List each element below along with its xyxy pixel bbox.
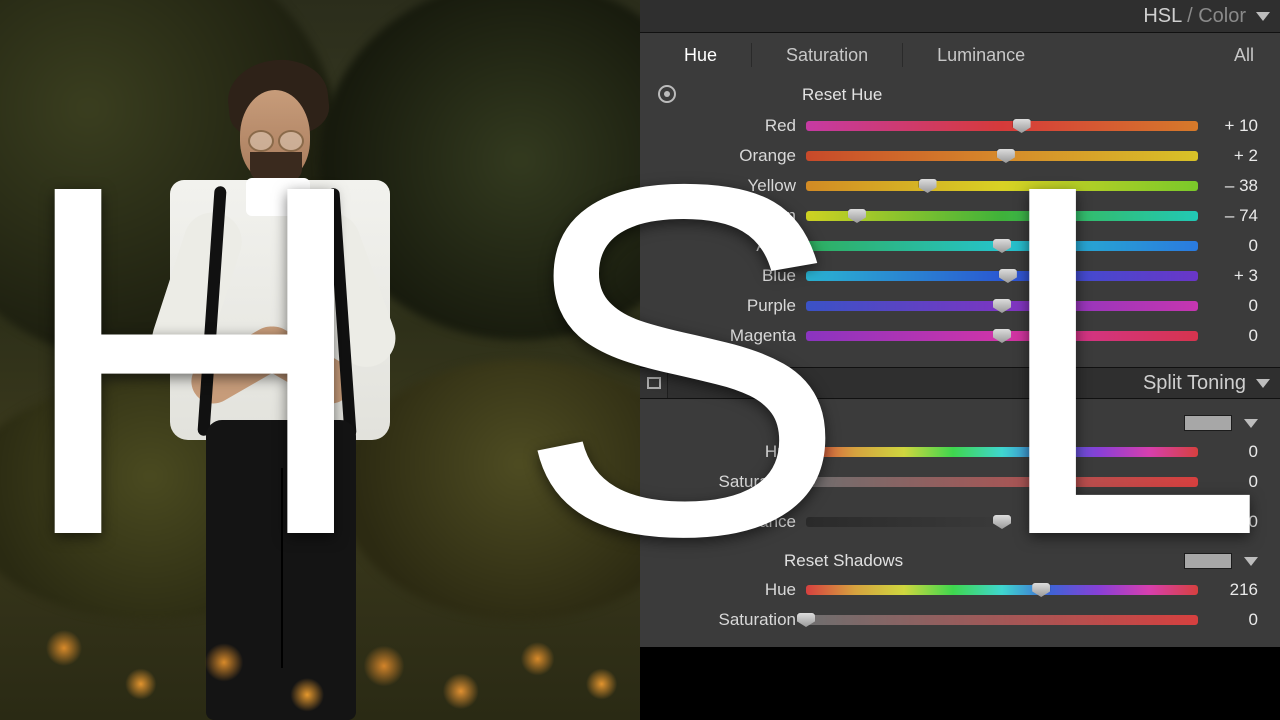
hue-label-purple: Purple bbox=[662, 296, 806, 316]
hue-label-red: Red bbox=[662, 116, 806, 136]
hue-label-aqua: Aqua bbox=[662, 236, 806, 256]
shadows-hue-value[interactable]: 216 bbox=[1198, 580, 1258, 600]
targeted-adjust-icon[interactable] bbox=[658, 85, 676, 103]
highlights-section-row: Rese bbox=[662, 409, 1258, 437]
shadows-sat-value[interactable]: 0 bbox=[1198, 610, 1258, 630]
split-toning-header[interactable]: Split Toning bbox=[640, 368, 1280, 398]
hue-value-orange[interactable]: + 2 bbox=[1198, 146, 1258, 166]
highlights-sat-label: Saturation bbox=[662, 472, 806, 492]
hue-slider-orange[interactable] bbox=[806, 151, 1198, 161]
tab-all[interactable]: All bbox=[1234, 45, 1254, 66]
highlights-sat-slider[interactable] bbox=[806, 477, 1198, 487]
highlights-hue-value[interactable]: 0 bbox=[1198, 442, 1258, 462]
hue-value-aqua[interactable]: 0 bbox=[1198, 236, 1258, 256]
shadows-swatch[interactable] bbox=[1184, 553, 1232, 569]
hue-row-blue: Blue + 3 bbox=[662, 261, 1258, 291]
reset-hue-label[interactable]: Reset Hue bbox=[662, 85, 1258, 105]
highlights-sat-value[interactable]: 0 bbox=[1198, 472, 1258, 492]
hue-row-purple: Purple 0 bbox=[662, 291, 1258, 321]
split-toning-body: Rese Hue 0 Saturation 0 Balance 0 Reset … bbox=[640, 399, 1280, 647]
hsl-panel-title: HSL / Color bbox=[1143, 5, 1246, 28]
tab-saturation[interactable]: Saturation bbox=[786, 45, 868, 66]
hue-slider-purple[interactable] bbox=[806, 301, 1198, 311]
hue-label-green: Green bbox=[662, 206, 806, 226]
balance-label: Balance bbox=[662, 512, 806, 532]
hue-slider-yellow[interactable] bbox=[806, 181, 1198, 191]
balance-value[interactable]: 0 bbox=[1198, 512, 1258, 532]
hue-label-blue: Blue bbox=[662, 266, 806, 286]
hue-row-red: Red + 10 bbox=[662, 111, 1258, 141]
collapse-icon[interactable] bbox=[1256, 12, 1270, 21]
shadows-sat-slider[interactable] bbox=[806, 615, 1198, 625]
hue-row-yellow: Yellow – 38 bbox=[662, 171, 1258, 201]
hue-value-yellow[interactable]: – 38 bbox=[1198, 176, 1258, 196]
hue-value-blue[interactable]: + 3 bbox=[1198, 266, 1258, 286]
shadows-section-row: Reset Shadows bbox=[662, 547, 1258, 575]
highlights-hue-slider[interactable] bbox=[806, 447, 1198, 457]
shadows-hue-slider[interactable] bbox=[806, 585, 1198, 595]
hue-row-magenta: Magenta 0 bbox=[662, 321, 1258, 351]
split-toning-title: Split Toning bbox=[1143, 372, 1246, 395]
collapse-icon[interactable] bbox=[1256, 379, 1270, 388]
hue-row-orange: Orange + 2 bbox=[662, 141, 1258, 171]
hue-value-magenta[interactable]: 0 bbox=[1198, 326, 1258, 346]
preview-photo bbox=[0, 0, 640, 720]
hue-row-green: Green – 74 bbox=[662, 201, 1258, 231]
highlights-sat-row: Saturation 0 bbox=[662, 467, 1258, 497]
hue-slider-aqua[interactable] bbox=[806, 241, 1198, 251]
hue-slider-green[interactable] bbox=[806, 211, 1198, 221]
panel-switch-icon[interactable] bbox=[640, 368, 668, 398]
hsl-tabs: Hue Saturation Luminance All bbox=[640, 33, 1280, 77]
expand-icon[interactable] bbox=[1244, 557, 1258, 566]
hue-value-green[interactable]: – 74 bbox=[1198, 206, 1258, 226]
reset-shadows-label[interactable]: Reset Shadows bbox=[662, 551, 903, 571]
highlights-hue-row: Hue 0 bbox=[662, 437, 1258, 467]
tab-hue[interactable]: Hue bbox=[684, 45, 717, 66]
foreground-flowers bbox=[0, 540, 640, 720]
expand-icon[interactable] bbox=[1244, 419, 1258, 428]
shadows-sat-row: Saturation 0 bbox=[662, 605, 1258, 635]
hue-value-purple[interactable]: 0 bbox=[1198, 296, 1258, 316]
hue-row-aqua: Aqua 0 bbox=[662, 231, 1258, 261]
shadows-hue-label: Hue bbox=[662, 580, 806, 600]
hue-value-red[interactable]: + 10 bbox=[1198, 116, 1258, 136]
hue-slider-magenta[interactable] bbox=[806, 331, 1198, 341]
hsl-body: Reset Hue Red + 10 Orange + 2 Yellow – 38 Gree… bbox=[640, 77, 1280, 367]
highlights-swatch[interactable] bbox=[1184, 415, 1232, 431]
reset-highlights-label[interactable]: Rese bbox=[662, 413, 824, 433]
balance-slider[interactable] bbox=[806, 517, 1198, 527]
shadows-sat-label: Saturation bbox=[662, 610, 806, 630]
develop-panel: HSL / Color Hue Saturation Luminance All… bbox=[640, 0, 1280, 720]
hue-label-magenta: Magenta bbox=[662, 326, 806, 346]
hue-label-orange: Orange bbox=[662, 146, 806, 166]
hue-slider-red[interactable] bbox=[806, 121, 1198, 131]
tab-luminance[interactable]: Luminance bbox=[937, 45, 1025, 66]
hue-slider-blue[interactable] bbox=[806, 271, 1198, 281]
hue-label-yellow: Yellow bbox=[662, 176, 806, 196]
highlights-hue-label: Hue bbox=[662, 442, 806, 462]
hsl-panel-header[interactable]: HSL / Color bbox=[640, 0, 1280, 32]
shadows-hue-row: Hue 216 bbox=[662, 575, 1258, 605]
balance-row: Balance 0 bbox=[662, 507, 1258, 537]
